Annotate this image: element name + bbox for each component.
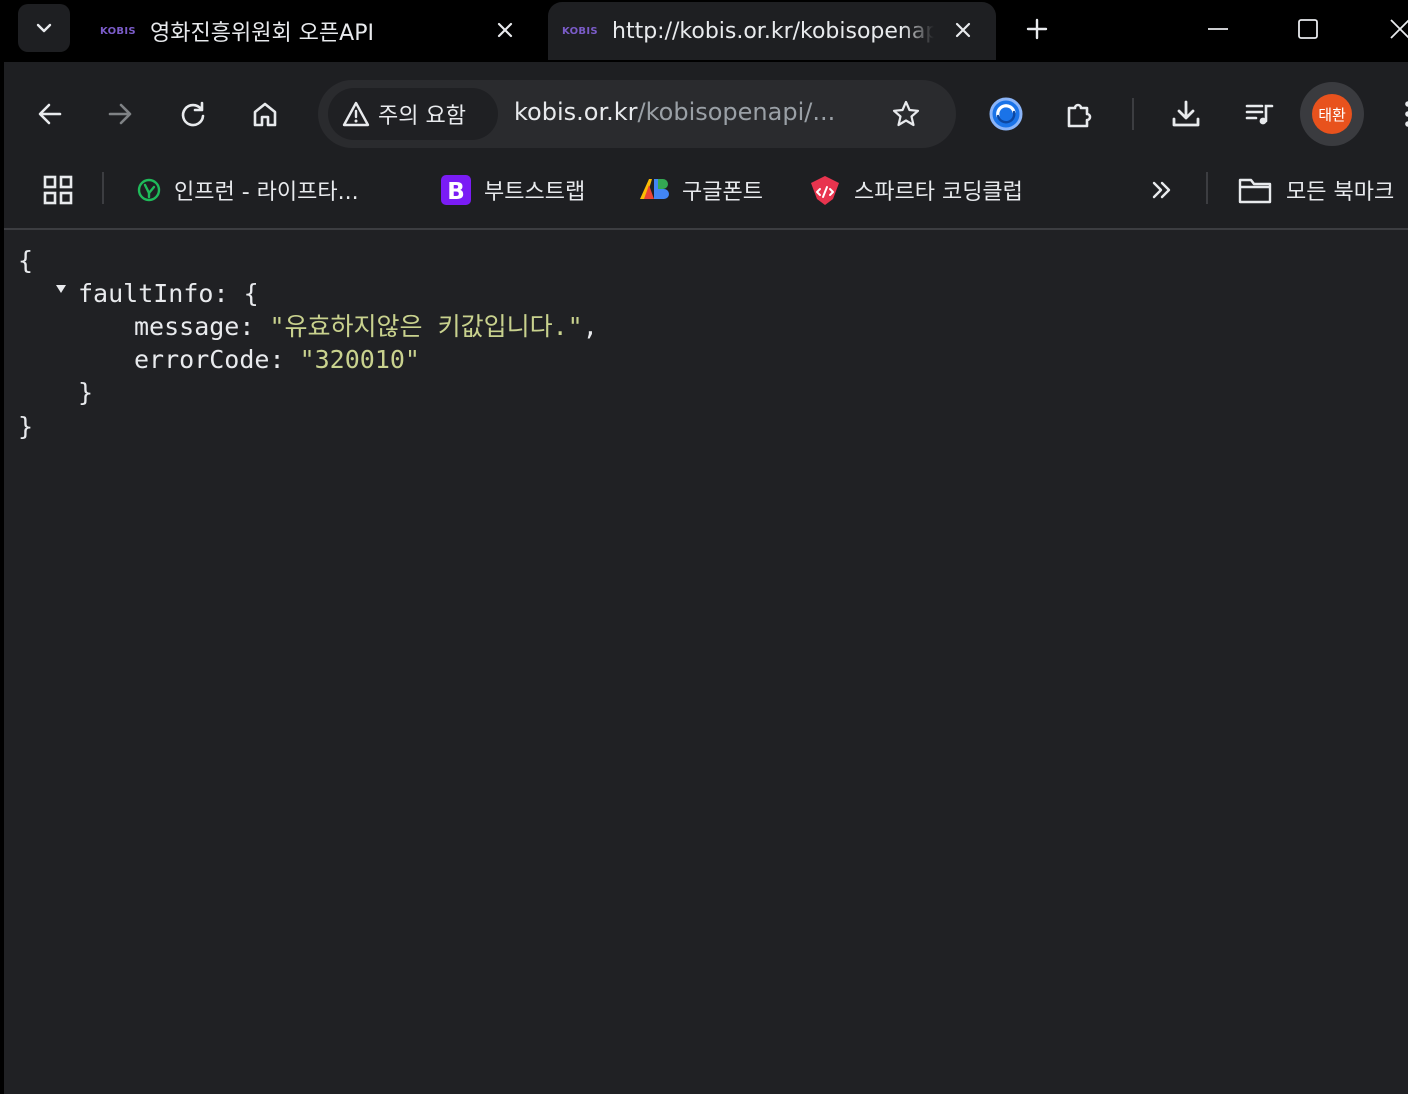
minimize-button[interactable]	[1188, 6, 1248, 52]
json-string-value: "320010"	[299, 345, 420, 374]
toolbar: 주의 요함 kobis.or.kr/kobisopenapi/... 태환	[4, 62, 1408, 166]
inflearn-icon	[137, 178, 161, 202]
extension-button[interactable]	[982, 90, 1030, 138]
bookmark-label: 스파르타 코딩클럽	[854, 180, 1023, 205]
tab-close-button[interactable]	[952, 19, 974, 41]
url-path: /kobisopenapi/...	[637, 98, 836, 126]
close-icon	[1390, 19, 1408, 39]
json-key-line-faultinfo: faultInfo: {	[78, 279, 259, 308]
bookmark-label: 인프런 - 라이프타...	[174, 180, 359, 205]
all-bookmarks-label: 모든 북마크	[1286, 180, 1395, 205]
tab-search-button[interactable]	[18, 4, 70, 52]
json-key: message	[134, 312, 240, 341]
media-controls-button[interactable]	[1236, 90, 1284, 138]
bookmark-star-button[interactable]	[886, 94, 926, 134]
maximize-button[interactable]	[1278, 6, 1338, 52]
json-open-brace: {	[18, 246, 34, 275]
security-indicator[interactable]: 주의 요함	[328, 88, 498, 140]
address-bar[interactable]: 주의 요함 kobis.or.kr/kobisopenapi/...	[318, 80, 956, 148]
tab-title: http://kobis.or.kr/kobisopenapi/webservi…	[612, 18, 934, 44]
profile-button[interactable]: 태환	[1300, 82, 1364, 146]
star-icon	[892, 100, 920, 127]
maximize-icon	[1298, 19, 1318, 39]
back-button[interactable]	[26, 90, 74, 138]
json-key-line-errorcode: errorCode: "320010"	[134, 345, 420, 374]
home-button[interactable]	[241, 90, 289, 138]
tab-strip: KOBIS 영화진흥위원회 오픈API KOBIS http://kobis.o…	[0, 0, 1408, 62]
bookmark-sparta[interactable]: 스파르타 코딩클럽	[808, 170, 1023, 210]
apps-grid-icon	[43, 175, 73, 205]
url-text[interactable]: kobis.or.kr/kobisopenapi/...	[514, 98, 874, 130]
close-icon	[955, 22, 971, 38]
plus-icon	[1026, 18, 1048, 40]
bookmarks-separator	[102, 172, 104, 204]
arrow-left-icon	[38, 103, 62, 125]
bookmark-inflearn[interactable]: 인프런 - 라이프타...	[136, 170, 359, 210]
kobis-favicon-icon: KOBIS	[562, 25, 598, 37]
bookmarks-overflow-button[interactable]	[1144, 172, 1180, 208]
json-key: faultInfo	[78, 279, 214, 308]
bookmarks-bar: 인프런 - 라이프타... B 부트스트랩 구글폰트 스파르타 코딩클럽 모든 …	[4, 166, 1408, 228]
more-vertical-icon	[1405, 101, 1408, 127]
kobis-favicon-icon: KOBIS	[100, 25, 136, 37]
arrow-right-icon	[108, 103, 132, 125]
extensions-menu-button[interactable]	[1056, 90, 1104, 138]
forward-button[interactable]	[96, 90, 144, 138]
collapse-toggle[interactable]	[54, 282, 68, 296]
url-host: kobis.or.kr	[514, 98, 638, 126]
reload-icon	[181, 101, 205, 127]
warning-icon	[342, 101, 370, 127]
menu-button[interactable]	[1384, 90, 1408, 138]
google-fonts-icon	[640, 179, 669, 199]
downloads-button[interactable]	[1162, 90, 1210, 138]
json-string-value: "유효하지않은 키값입니다."	[269, 312, 583, 341]
playlist-music-icon	[1245, 104, 1274, 125]
bookmarks-separator	[1206, 172, 1208, 204]
minimize-icon	[1208, 28, 1228, 30]
tab-kobis-openapi[interactable]: KOBIS 영화진흥위원회 오픈API	[86, 2, 538, 60]
security-label: 주의 요함	[378, 104, 466, 129]
svg-text:B: B	[447, 179, 465, 205]
bookmark-bootstrap[interactable]: B 부트스트랩	[440, 170, 585, 210]
all-bookmarks-button[interactable]: 모든 북마크	[1238, 170, 1394, 210]
bookmark-label: 부트스트랩	[484, 180, 586, 205]
puzzle-icon	[1067, 103, 1092, 128]
new-tab-button[interactable]	[1014, 6, 1060, 52]
toolbar-separator	[1132, 98, 1134, 130]
json-viewer: { faultInfo: { message: "유효하지않은 키값입니다.",…	[4, 230, 1408, 1094]
bootstrap-icon: B	[441, 175, 471, 205]
close-window-button[interactable]	[1370, 6, 1408, 52]
chevron-double-right-icon	[1152, 181, 1171, 199]
json-inner-close-brace: }	[78, 378, 94, 407]
chevron-down-icon	[36, 23, 52, 33]
extension-swirl-icon	[989, 97, 1023, 131]
reload-button[interactable]	[169, 90, 217, 138]
json-key-line-message: message: "유효하지않은 키값입니다.",	[134, 312, 598, 341]
json-key: errorCode	[134, 345, 270, 374]
download-icon	[1172, 100, 1200, 127]
apps-button[interactable]	[40, 172, 76, 208]
json-close-brace: }	[18, 412, 34, 441]
folder-icon	[1238, 178, 1272, 204]
tab-title: 영화진흥위원회 오픈API	[150, 21, 374, 46]
tab-kobis-rest[interactable]: KOBIS http://kobis.or.kr/kobisopenapi/we…	[548, 2, 996, 60]
triangle-down-icon	[56, 285, 66, 293]
profile-avatar: 태환	[1312, 94, 1352, 134]
sparta-icon	[811, 176, 839, 205]
bookmark-google-fonts[interactable]: 구글폰트	[638, 170, 763, 210]
home-icon	[253, 102, 277, 127]
bookmark-label: 구글폰트	[682, 180, 763, 205]
tab-close-button[interactable]	[494, 19, 516, 41]
close-icon	[497, 22, 513, 38]
